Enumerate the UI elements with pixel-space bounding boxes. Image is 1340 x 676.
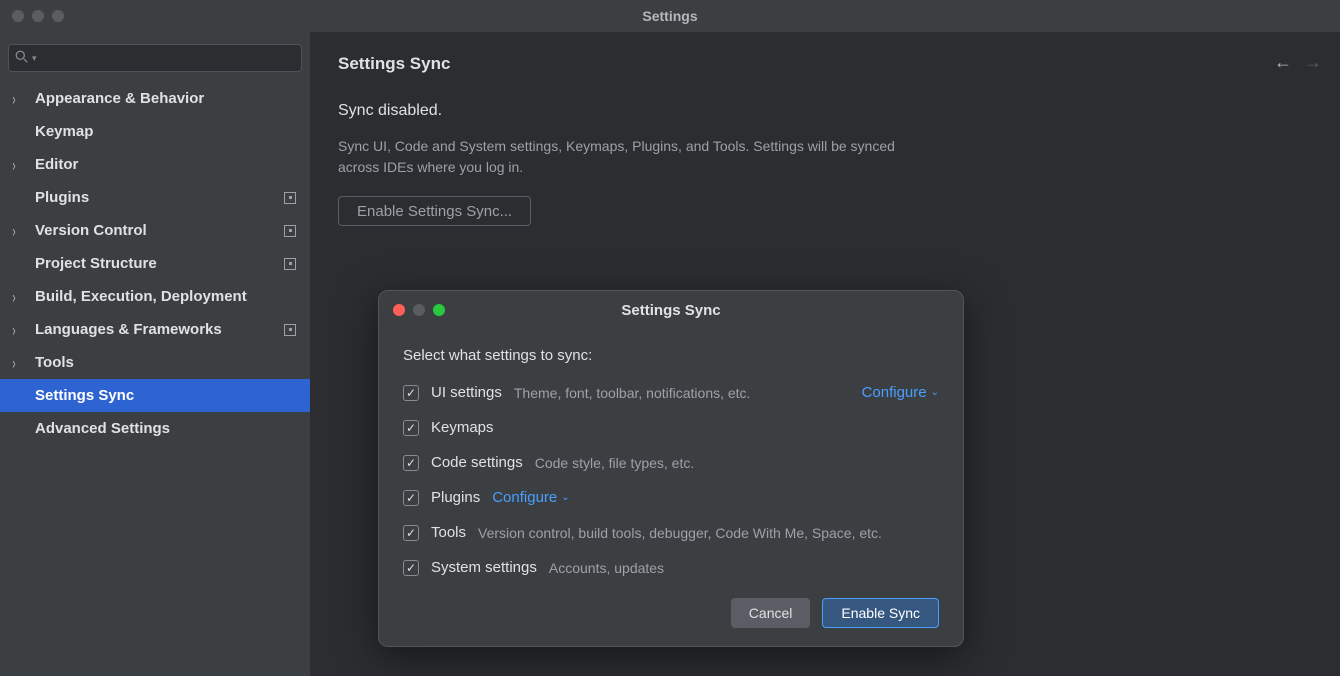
enable-settings-sync-button[interactable]: Enable Settings Sync... bbox=[338, 196, 531, 226]
sidebar-item-label: Plugins bbox=[35, 189, 89, 206]
nav-forward-icon: → bbox=[1304, 52, 1322, 73]
sidebar-item-settings-sync[interactable]: Settings Sync bbox=[0, 379, 310, 412]
chevron-right-icon: › bbox=[12, 155, 15, 175]
option-label: UI settings bbox=[431, 384, 502, 401]
settings-search-input[interactable]: ▾ bbox=[8, 44, 302, 72]
sync-option-row: Keymaps bbox=[403, 419, 939, 436]
sidebar-item-label: Build, Execution, Deployment bbox=[35, 288, 247, 305]
filter-dropdown-icon[interactable]: ▾ bbox=[32, 53, 37, 64]
checkbox-keymaps[interactable] bbox=[403, 420, 419, 436]
page-title: Settings Sync bbox=[338, 54, 1312, 74]
window-minimize-dot[interactable] bbox=[32, 10, 44, 22]
option-label: Tools bbox=[431, 524, 466, 541]
sidebar-item-keymap[interactable]: Keymap bbox=[0, 115, 310, 148]
project-level-badge-icon bbox=[284, 192, 296, 204]
sidebar-item-label: Settings Sync bbox=[35, 387, 134, 404]
sidebar-item-label: Project Structure bbox=[35, 255, 157, 272]
dialog-heading: Select what settings to sync: bbox=[403, 347, 939, 364]
checkbox-plugins[interactable] bbox=[403, 490, 419, 506]
chevron-down-icon: ⌄ bbox=[561, 492, 569, 503]
checkbox-tools[interactable] bbox=[403, 525, 419, 541]
sync-option-row: System settings Accounts, updates bbox=[403, 559, 939, 576]
window-close-dot[interactable] bbox=[12, 10, 24, 22]
search-icon bbox=[15, 50, 28, 66]
window-zoom-dot[interactable] bbox=[52, 10, 64, 22]
settings-sidebar: ▾ › Appearance & Behavior Keymap › Editor Plu… bbox=[0, 32, 310, 676]
option-hint: Version control, build tools, debugger, … bbox=[478, 525, 882, 541]
option-label: Keymaps bbox=[431, 419, 494, 436]
checkbox-system-settings[interactable] bbox=[403, 560, 419, 576]
configure-label: Configure bbox=[862, 384, 927, 401]
nav-back-icon[interactable]: ← bbox=[1274, 52, 1292, 73]
sidebar-item-plugins[interactable]: Plugins bbox=[0, 181, 310, 214]
configure-link[interactable]: Configure ⌄ bbox=[492, 489, 569, 506]
configure-link[interactable]: Configure ⌄ bbox=[862, 384, 939, 401]
sidebar-item-version-control[interactable]: › Version Control bbox=[0, 214, 310, 247]
settings-sync-dialog: Settings Sync Select what settings to sy… bbox=[378, 290, 964, 647]
project-level-badge-icon bbox=[284, 324, 296, 336]
sidebar-item-editor[interactable]: › Editor bbox=[0, 148, 310, 181]
option-label: System settings bbox=[431, 559, 537, 576]
cancel-button[interactable]: Cancel bbox=[731, 598, 811, 628]
dialog-minimize-dot bbox=[413, 304, 425, 316]
chevron-right-icon: › bbox=[12, 353, 15, 373]
dialog-zoom-dot[interactable] bbox=[433, 304, 445, 316]
chevron-down-icon: ⌄ bbox=[931, 387, 939, 398]
option-hint: Theme, font, toolbar, notifications, etc… bbox=[514, 385, 751, 401]
sidebar-item-languages-frameworks[interactable]: › Languages & Frameworks bbox=[0, 313, 310, 346]
sidebar-item-label: Advanced Settings bbox=[35, 420, 170, 437]
option-hint: Code style, file types, etc. bbox=[535, 455, 695, 471]
sync-description: Sync UI, Code and System settings, Keyma… bbox=[338, 136, 898, 178]
sync-status-text: Sync disabled. bbox=[338, 102, 1312, 120]
sidebar-item-tools[interactable]: › Tools bbox=[0, 346, 310, 379]
checkbox-ui-settings[interactable] bbox=[403, 385, 419, 401]
dialog-close-dot[interactable] bbox=[393, 304, 405, 316]
project-level-badge-icon bbox=[284, 258, 296, 270]
sidebar-item-advanced-settings[interactable]: Advanced Settings bbox=[0, 412, 310, 445]
chevron-right-icon: › bbox=[12, 221, 15, 241]
window-titlebar: Settings bbox=[0, 0, 1340, 32]
sidebar-item-label: Appearance & Behavior bbox=[35, 90, 204, 107]
window-title: Settings bbox=[642, 8, 697, 24]
sync-option-row: Tools Version control, build tools, debug… bbox=[403, 524, 939, 541]
sync-option-row: Plugins Configure ⌄ bbox=[403, 489, 939, 506]
option-hint: Accounts, updates bbox=[549, 560, 664, 576]
chevron-right-icon: › bbox=[12, 287, 15, 307]
sidebar-item-build-execution-deployment[interactable]: › Build, Execution, Deployment bbox=[0, 280, 310, 313]
option-label: Code settings bbox=[431, 454, 523, 471]
sidebar-item-label: Tools bbox=[35, 354, 74, 371]
configure-label: Configure bbox=[492, 489, 557, 506]
sync-option-row: UI settings Theme, font, toolbar, notific… bbox=[403, 384, 939, 401]
sidebar-item-appearance-behavior[interactable]: › Appearance & Behavior bbox=[0, 82, 310, 115]
sync-option-row: Code settings Code style, file types, etc… bbox=[403, 454, 939, 471]
sidebar-item-label: Editor bbox=[35, 156, 78, 173]
enable-sync-button[interactable]: Enable Sync bbox=[822, 598, 939, 628]
chevron-right-icon: › bbox=[12, 89, 15, 109]
sidebar-item-label: Keymap bbox=[35, 123, 93, 140]
sidebar-item-project-structure[interactable]: Project Structure bbox=[0, 247, 310, 280]
sidebar-item-label: Version Control bbox=[35, 222, 147, 239]
dialog-title: Settings Sync bbox=[621, 302, 720, 319]
option-label: Plugins bbox=[431, 489, 480, 506]
sidebar-item-label: Languages & Frameworks bbox=[35, 321, 222, 338]
chevron-right-icon: › bbox=[12, 320, 15, 340]
checkbox-code-settings[interactable] bbox=[403, 455, 419, 471]
project-level-badge-icon bbox=[284, 225, 296, 237]
